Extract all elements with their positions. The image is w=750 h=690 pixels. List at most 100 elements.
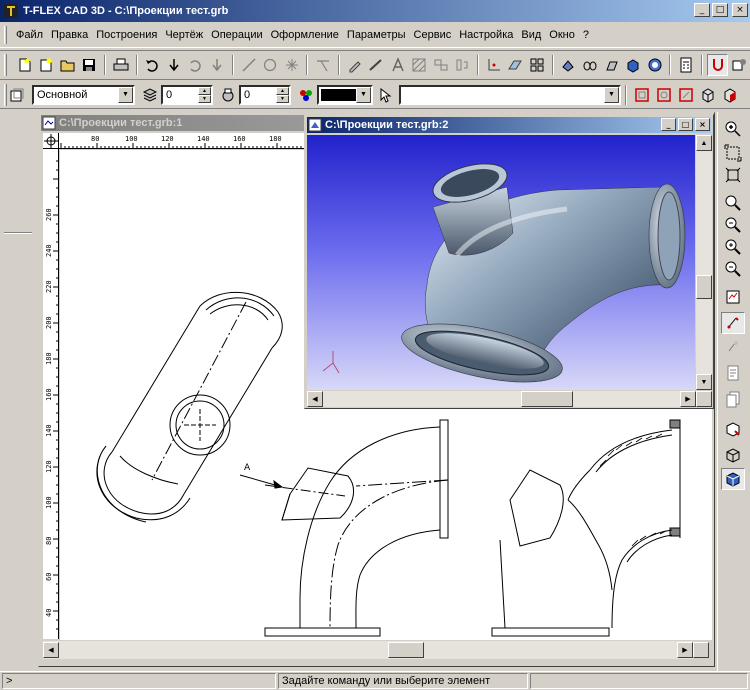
redo-button[interactable] — [163, 54, 185, 76]
scroll-left-icon[interactable]: ◀ — [43, 642, 59, 658]
loft-button[interactable] — [601, 54, 623, 76]
workplane-button[interactable] — [505, 54, 527, 76]
grid-layout-button[interactable] — [526, 54, 548, 76]
projection-tool-button[interactable] — [452, 54, 474, 76]
child-close-button[interactable]: × — [695, 118, 710, 131]
snap-mode-1-button[interactable] — [631, 84, 653, 106]
spin-up-icon[interactable]: ▲ — [276, 86, 289, 95]
cube-view-button[interactable] — [697, 84, 719, 106]
color-select[interactable]: ▼ — [317, 84, 373, 105]
scroll-up-icon[interactable]: ▲ — [696, 135, 712, 151]
print-button[interactable] — [110, 54, 132, 76]
child-maximize-button[interactable]: □ — [678, 118, 693, 131]
model3d-window-titlebar[interactable]: C:\Проекции тест.grb:2 _ □ × — [307, 117, 711, 133]
magnet-snap-button[interactable] — [706, 54, 729, 76]
spin-down-icon[interactable]: ▼ — [198, 94, 211, 103]
level-button[interactable] — [139, 84, 161, 106]
model3d-hscroll-thumb[interactable] — [521, 391, 573, 407]
properties-button[interactable] — [728, 54, 750, 76]
drawing-hscroll-thumb[interactable] — [388, 642, 424, 658]
scroll-left-icon[interactable]: ◀ — [307, 391, 323, 407]
toolbar-grip[interactable] — [4, 83, 7, 106]
model3d-viewport[interactable] — [307, 135, 695, 390]
chevron-down-icon[interactable]: ▼ — [604, 86, 619, 103]
pages-view-button[interactable] — [721, 388, 745, 410]
zoom-window-button[interactable] — [721, 142, 745, 164]
chevron-down-icon[interactable]: ▼ — [118, 86, 133, 103]
layer-select[interactable]: Основной ▼ — [32, 84, 135, 105]
scroll-down-icon[interactable]: ▼ — [696, 374, 712, 390]
menu-help[interactable]: ? — [579, 29, 593, 41]
shell-button[interactable] — [644, 54, 666, 76]
new-document-button[interactable] — [14, 54, 36, 76]
menu-drawing[interactable]: Чертёж — [161, 29, 207, 41]
model3d-hscrollbar[interactable]: ◀ ▶ — [307, 391, 696, 407]
command-select[interactable]: ▼ — [399, 84, 621, 105]
model3d-vscrollbar[interactable]: ▲ ▼ — [696, 135, 712, 390]
menu-settings[interactable]: Настройка — [455, 29, 517, 41]
line-tool-button[interactable] — [238, 54, 260, 76]
light-toggle-button[interactable] — [721, 336, 745, 358]
page-view-button[interactable] — [721, 362, 745, 384]
status-command-line[interactable]: > — [2, 673, 276, 689]
snap-tool-button[interactable] — [312, 54, 334, 76]
close-button[interactable]: × — [732, 3, 748, 17]
spin-down-icon[interactable]: ▼ — [276, 94, 289, 103]
select-pointer-button[interactable] — [375, 84, 397, 106]
shaded-button[interactable] — [721, 468, 745, 490]
menu-operations[interactable]: Операции — [207, 29, 266, 41]
graphic-line-button[interactable] — [365, 54, 387, 76]
fit-all-button[interactable] — [721, 164, 745, 186]
minimize-button[interactable]: _ — [694, 3, 710, 17]
dock-handle[interactable] — [4, 232, 32, 234]
menu-view[interactable]: Вид — [517, 29, 545, 41]
save-button[interactable] — [79, 54, 101, 76]
level-spinner[interactable]: ▲ ▼ — [198, 86, 211, 103]
snap-mode-2-button[interactable] — [653, 84, 675, 106]
ruler-corner[interactable] — [43, 133, 59, 149]
menu-window[interactable]: Окно — [545, 29, 579, 41]
maximize-button[interactable]: □ — [712, 3, 728, 17]
toolbar-grip[interactable] — [4, 54, 7, 76]
new-3d-document-button[interactable] — [36, 54, 58, 76]
zoom-previous-button[interactable] — [721, 214, 745, 236]
menubar-grip[interactable] — [4, 26, 7, 44]
redraw-button[interactable] — [721, 286, 745, 308]
cube-red-view-button[interactable] — [719, 84, 741, 106]
rotate-button[interactable] — [579, 54, 601, 76]
zoom-minus-button[interactable] — [721, 258, 745, 280]
zoom-magnifier-button[interactable] — [721, 192, 745, 214]
spin-up-icon[interactable]: ▲ — [198, 86, 211, 95]
drawing-hscrollbar[interactable]: ◀ ▶ — [43, 641, 693, 659]
wireframe-button[interactable] — [721, 444, 745, 466]
extrude-button[interactable] — [558, 54, 580, 76]
body-button[interactable] — [622, 54, 644, 76]
zoom-in-button[interactable] — [721, 118, 745, 140]
calculator-button[interactable] — [675, 54, 697, 76]
priority-field[interactable]: 0 ▲ ▼ — [239, 84, 291, 105]
axis-tool-button[interactable] — [483, 54, 505, 76]
menu-file[interactable]: Файл — [12, 29, 47, 41]
circle-tool-button[interactable] — [259, 54, 281, 76]
menu-edit[interactable]: Правка — [47, 29, 92, 41]
menu-construct[interactable]: Построения — [92, 29, 161, 41]
sketch-tool-button[interactable] — [344, 54, 366, 76]
snap-toggle-button[interactable] — [721, 312, 745, 334]
zoom-plus-button[interactable] — [721, 236, 745, 258]
color-palette-button[interactable] — [295, 84, 317, 106]
scroll-right-icon[interactable]: ▶ — [677, 642, 693, 658]
child-minimize-button[interactable]: _ — [661, 118, 676, 131]
menu-service[interactable]: Сервис — [410, 29, 456, 41]
text-tool-button[interactable] — [387, 54, 409, 76]
snap-mode-3-button[interactable] — [675, 84, 697, 106]
hatch-tool-button[interactable] — [409, 54, 431, 76]
priority-button[interactable] — [217, 84, 239, 106]
model3d-vscroll-thumb[interactable] — [696, 275, 712, 299]
menu-parameters[interactable]: Параметры — [343, 29, 410, 41]
level-field[interactable]: 0 ▲ ▼ — [161, 84, 213, 105]
scroll-right-icon[interactable]: ▶ — [680, 391, 696, 407]
undo-button[interactable] — [142, 54, 164, 76]
chevron-down-icon[interactable]: ▼ — [356, 86, 371, 103]
cube-select-button[interactable] — [721, 418, 745, 440]
redo-step-button[interactable] — [206, 54, 228, 76]
